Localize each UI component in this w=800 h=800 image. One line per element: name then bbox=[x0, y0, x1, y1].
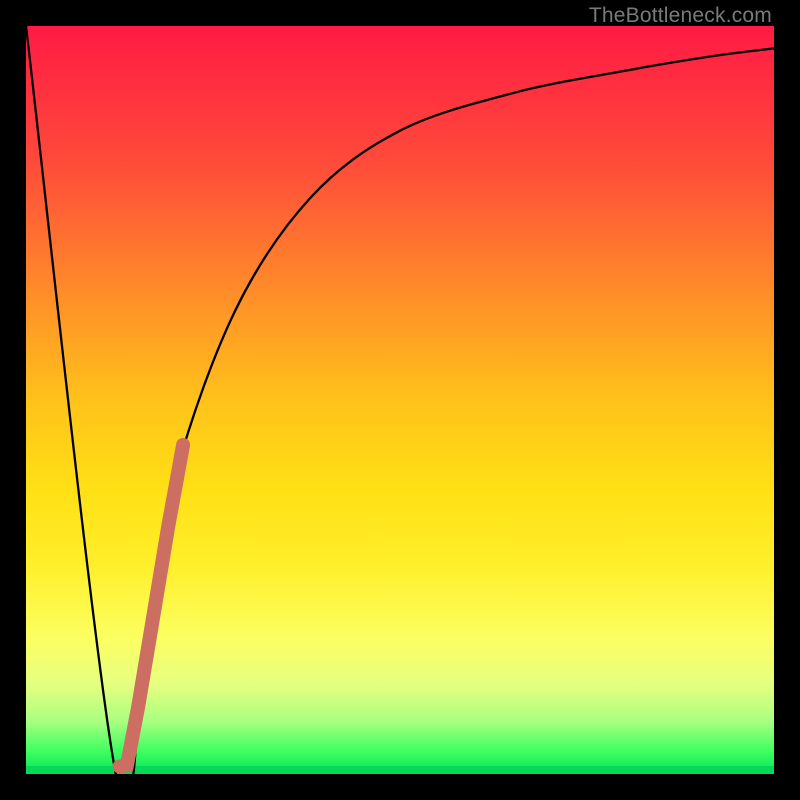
plot-area bbox=[26, 26, 774, 774]
chart-frame: TheBottleneck.com bbox=[0, 0, 800, 800]
watermark-text: TheBottleneck.com bbox=[589, 4, 772, 28]
